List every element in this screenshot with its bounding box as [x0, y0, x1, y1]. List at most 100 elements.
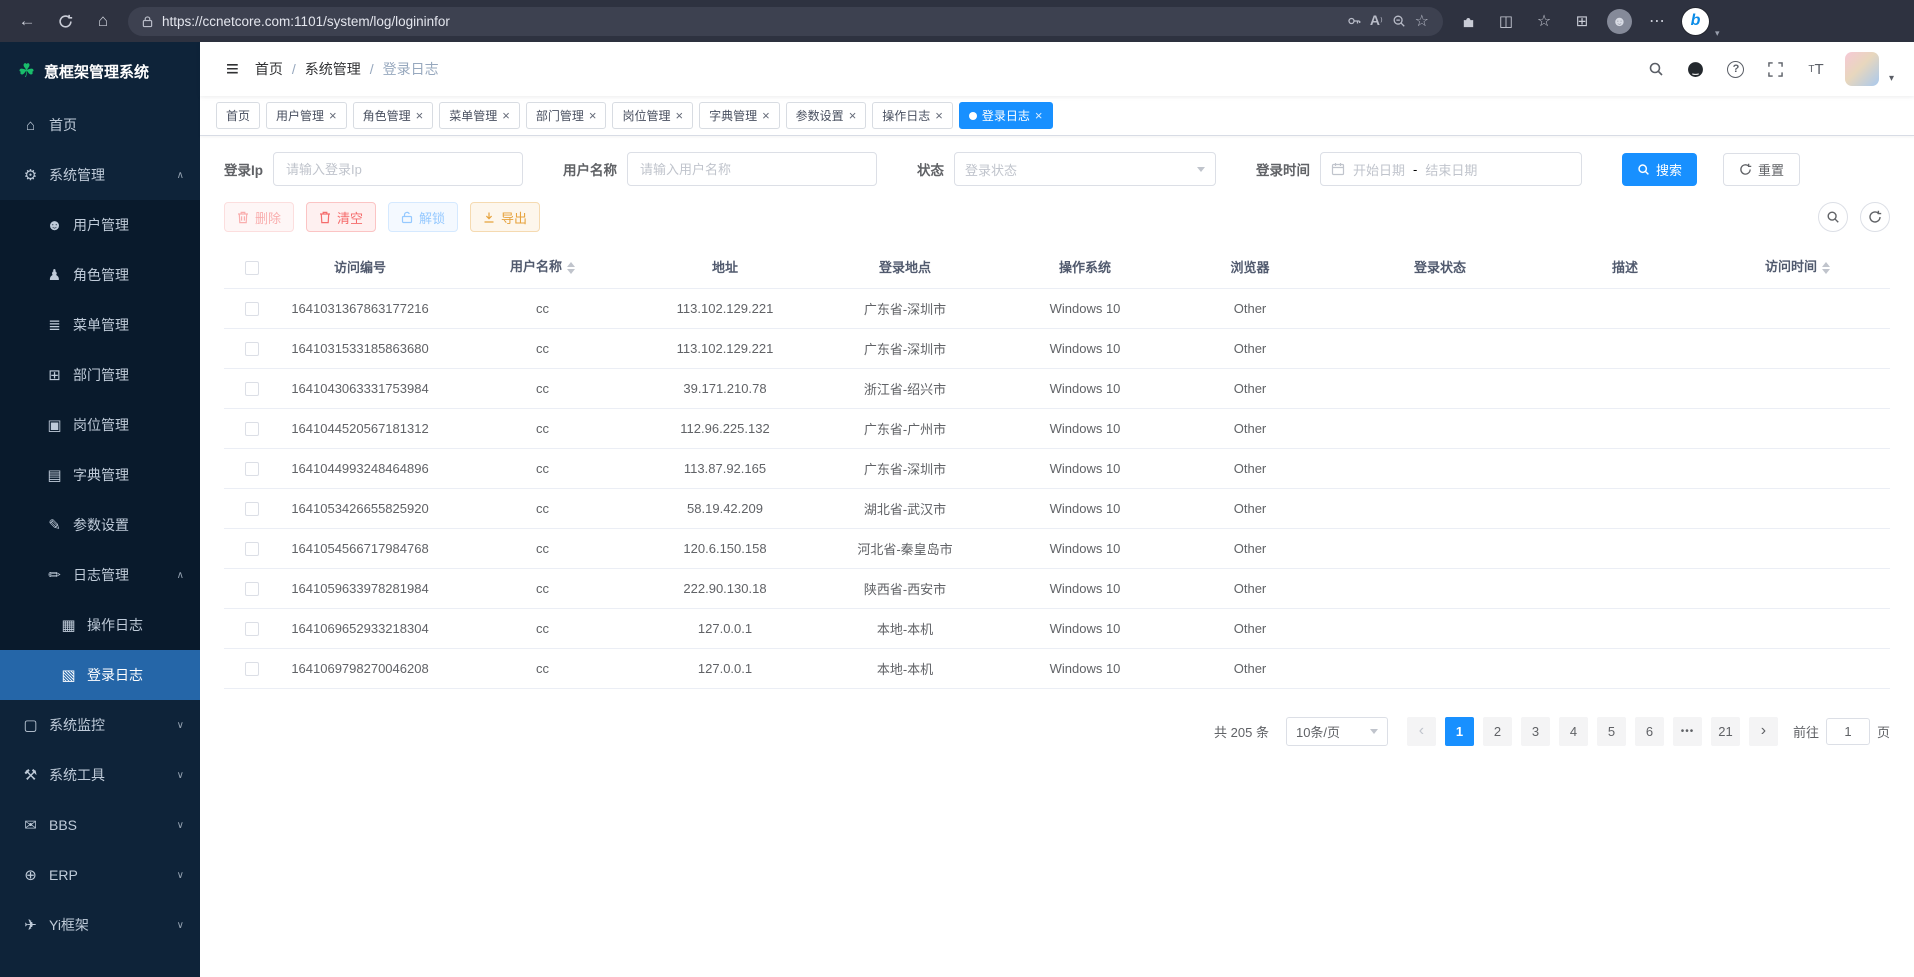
browser-profile-avatar[interactable] [1607, 9, 1632, 34]
close-icon[interactable] [762, 109, 770, 122]
close-icon[interactable] [329, 109, 337, 122]
row-checkbox[interactable] [245, 462, 259, 476]
row-checkbox[interactable] [245, 382, 259, 396]
sidebar-item[interactable]: ☻ 用户管理 [0, 200, 200, 250]
refresh-table-button[interactable] [1860, 202, 1890, 232]
row-checkbox[interactable] [245, 582, 259, 596]
status-select[interactable]: 登录状态 [954, 152, 1216, 186]
clear-button[interactable]: 清空 [306, 202, 376, 232]
sidebar-item[interactable]: ⌂ 首页 [0, 100, 200, 150]
row-checkbox[interactable] [245, 422, 259, 436]
back-icon[interactable]: ← [14, 8, 40, 34]
close-icon[interactable] [589, 109, 597, 122]
extensions-icon[interactable] [1455, 8, 1481, 34]
close-icon[interactable] [849, 109, 857, 122]
tab[interactable]: 操作日志 [872, 102, 953, 129]
address-bar[interactable]: https://ccnetcore.com:1101/system/log/lo… [128, 7, 1443, 36]
sidebar-item[interactable]: ▢ 系统监控 ∨ [0, 700, 200, 750]
tab[interactable]: 部门管理 [526, 102, 607, 129]
more-menu-icon[interactable] [1644, 8, 1670, 34]
zoom-out-icon[interactable] [1392, 14, 1406, 28]
tab[interactable]: 字典管理 [699, 102, 780, 129]
show-search-button[interactable] [1818, 202, 1848, 232]
help-icon[interactable] [1725, 58, 1747, 80]
github-icon[interactable] [1685, 58, 1707, 80]
sort-icon[interactable] [1822, 258, 1830, 278]
hamburger-menu-icon[interactable]: ≡ [216, 56, 249, 82]
page-number-button[interactable]: 6 [1635, 717, 1664, 746]
delete-button[interactable]: 删除 [224, 202, 294, 232]
sidebar-item[interactable]: ⚒ 系统工具 ∨ [0, 750, 200, 800]
text-size-icon[interactable] [1805, 58, 1827, 80]
row-checkbox[interactable] [245, 622, 259, 636]
row-checkbox[interactable] [245, 302, 259, 316]
sidebar-item[interactable]: ▧ 登录日志 [0, 650, 200, 700]
login-ip-input[interactable] [273, 152, 523, 186]
reset-button[interactable]: 重置 [1723, 153, 1800, 186]
favorite-star-icon[interactable] [1415, 11, 1429, 31]
tab[interactable]: 首页 [216, 102, 260, 129]
breadcrumb-item[interactable]: 登录日志 [383, 59, 439, 79]
row-checkbox[interactable] [245, 542, 259, 556]
tab[interactable]: 岗位管理 [612, 102, 693, 129]
page-number-button[interactable]: 1 [1445, 717, 1474, 746]
close-icon[interactable] [675, 109, 683, 122]
prev-page-button[interactable] [1407, 717, 1436, 746]
next-page-button[interactable] [1749, 717, 1778, 746]
sidebar-item[interactable]: ✉ BBS ∨ [0, 800, 200, 850]
sidebar-item[interactable]: ▣ 岗位管理 [0, 400, 200, 450]
password-key-icon[interactable] [1347, 14, 1361, 28]
breadcrumb-item[interactable]: 首页 [255, 59, 283, 79]
search-button[interactable]: 搜索 [1622, 153, 1697, 186]
page-number-button[interactable]: 21 [1711, 717, 1740, 746]
page-number-button[interactable]: 4 [1559, 717, 1588, 746]
export-button[interactable]: 导出 [470, 202, 540, 232]
user-name-input[interactable] [627, 152, 877, 186]
page-number-button[interactable]: 3 [1521, 717, 1550, 746]
close-icon[interactable] [1035, 109, 1043, 122]
fullscreen-icon[interactable] [1765, 58, 1787, 80]
row-checkbox[interactable] [245, 342, 259, 356]
chevron-down-icon[interactable]: ▾ [1889, 73, 1894, 86]
row-checkbox[interactable] [245, 502, 259, 516]
col-header-visit-time[interactable]: 访问时间 [1705, 246, 1890, 288]
sidebar-item[interactable]: ✎ 参数设置 [0, 500, 200, 550]
tab[interactable]: 登录日志 [959, 102, 1053, 129]
unlock-button[interactable]: 解锁 [388, 202, 458, 232]
login-time-range-picker[interactable]: 开始日期 - 结束日期 [1320, 152, 1582, 186]
sort-icon[interactable] [567, 258, 575, 278]
page-number-button[interactable]: 5 [1597, 717, 1626, 746]
sidebar-item[interactable]: ▦ 操作日志 [0, 600, 200, 650]
tab[interactable]: 菜单管理 [439, 102, 520, 129]
search-icon[interactable] [1645, 58, 1667, 80]
close-icon[interactable] [416, 109, 424, 122]
page-number-button[interactable]: ••• [1673, 717, 1702, 746]
sidebar-item[interactable]: ⚙ 系统管理 ∧ [0, 150, 200, 200]
goto-page-input[interactable] [1826, 718, 1870, 745]
sidebar-item[interactable]: ✈ Yi框架 ∨ [0, 900, 200, 950]
sidebar-item[interactable]: ▤ 字典管理 [0, 450, 200, 500]
split-screen-icon[interactable] [1493, 8, 1519, 34]
favorites-bar-icon[interactable] [1531, 8, 1557, 34]
tab[interactable]: 角色管理 [353, 102, 434, 129]
sidebar-item[interactable]: ⊞ 部门管理 [0, 350, 200, 400]
breadcrumb-item[interactable]: 系统管理 [305, 59, 361, 79]
copilot-bing-icon[interactable] [1682, 8, 1709, 35]
sidebar-item[interactable]: ⊕ ERP ∨ [0, 850, 200, 900]
row-checkbox[interactable] [245, 662, 259, 676]
sidebar-item[interactable]: ✏ 日志管理 ∧ [0, 550, 200, 600]
select-all-checkbox[interactable] [245, 261, 259, 275]
page-number-button[interactable]: 2 [1483, 717, 1512, 746]
col-header-user-name[interactable]: 用户名称 [440, 246, 645, 288]
read-aloud-icon[interactable] [1370, 12, 1383, 30]
sidebar-item[interactable]: ♟ 角色管理 [0, 250, 200, 300]
browser-home-icon[interactable]: ⌂ [90, 8, 116, 34]
page-size-select[interactable]: 10条/页 [1286, 717, 1388, 746]
close-icon[interactable] [502, 109, 510, 122]
url-text[interactable]: https://ccnetcore.com:1101/system/log/lo… [162, 14, 1338, 29]
chevron-down-icon[interactable]: ▾ [1715, 28, 1720, 42]
tab[interactable]: 参数设置 [786, 102, 867, 129]
collections-icon[interactable] [1569, 8, 1595, 34]
sidebar-item[interactable]: ≣ 菜单管理 [0, 300, 200, 350]
close-icon[interactable] [935, 109, 943, 122]
